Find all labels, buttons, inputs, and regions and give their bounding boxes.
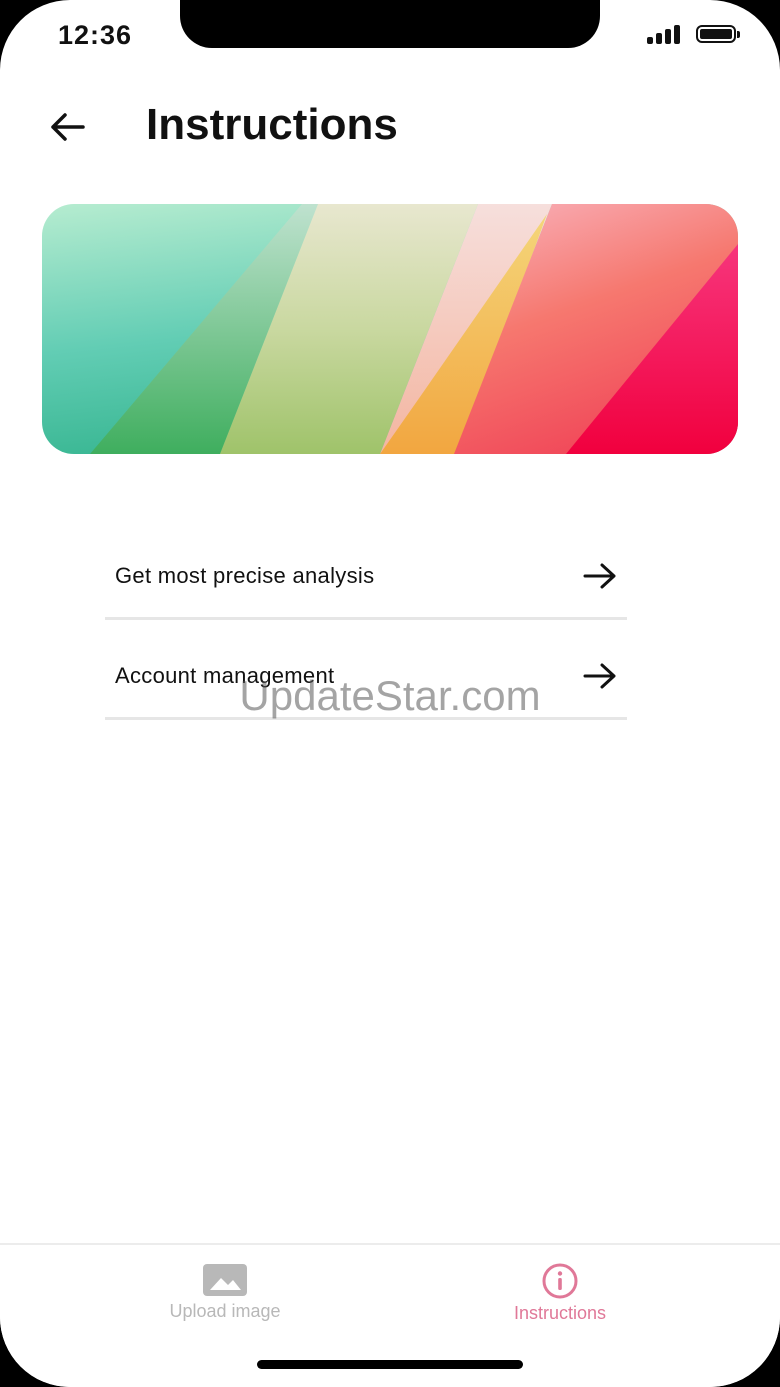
image-icon [203,1264,247,1296]
home-indicator [257,1360,523,1369]
tab-label: Instructions [513,1303,607,1323]
arrow-left-icon [51,113,85,141]
menu-item-account-management[interactable]: Account management [105,634,627,720]
device-notch [180,0,600,48]
tab-upload-image[interactable]: Upload image [115,1263,335,1322]
status-icons [647,24,740,44]
info-circle-icon [542,1263,578,1299]
menu-item-precise-analysis[interactable]: Get most precise analysis [105,534,627,620]
tab-label: Upload image [169,1301,281,1321]
cellular-signal-icon [647,24,680,44]
menu-item-label: Get most precise analysis [115,562,375,588]
abstract-gradient-banner [42,204,738,454]
arrow-right-icon [583,663,616,688]
status-time: 12:36 [58,20,133,50]
page-title: Instructions [146,100,398,149]
instructions-menu: Get most precise analysis Account manage… [105,534,627,720]
arrow-right-icon [583,563,616,588]
menu-item-label: Account management [115,662,335,688]
app-screen: 12:36 Instructions Get most precise anal… [0,0,780,1387]
back-button[interactable] [44,104,90,150]
battery-full-icon [696,25,740,43]
tab-instructions[interactable]: Instructions [450,1263,670,1324]
